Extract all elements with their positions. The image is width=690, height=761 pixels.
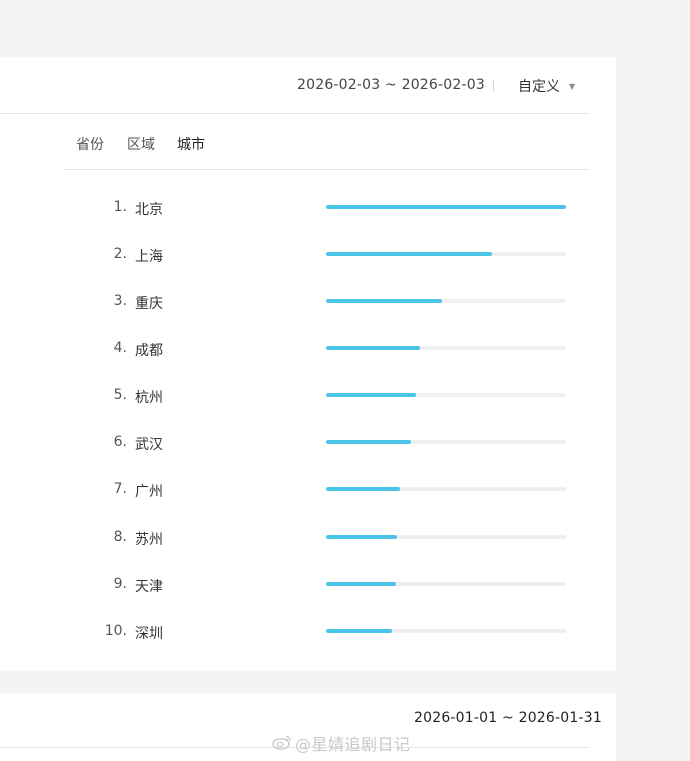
bar-fill: [326, 629, 392, 633]
divider: [493, 79, 494, 91]
list-item: 4. 成都: [0, 338, 616, 362]
rank-number: 9.: [113, 576, 127, 592]
rank-number: 5.: [113, 387, 127, 403]
bar-track: [326, 487, 566, 491]
city-name: 天津: [135, 579, 163, 595]
list-item: 3. 重庆: [0, 291, 616, 315]
city-name: 深圳: [135, 626, 163, 642]
watermark-text: @星婧追剧日记: [295, 735, 411, 754]
city-name: 杭州: [135, 390, 163, 406]
divider: [63, 169, 590, 170]
date-range-label[interactable]: 2026-01-01 ~ 2026-01-31: [414, 710, 602, 726]
weibo-logo-icon: [272, 735, 291, 750]
rank-number: 2.: [113, 246, 127, 262]
list-item: 10. 深圳: [0, 621, 616, 645]
city-name: 北京: [135, 202, 163, 218]
bar-track: [326, 393, 566, 397]
rank-number: 1.: [113, 199, 127, 215]
city-name: 广州: [135, 484, 163, 500]
bar-track: [326, 535, 566, 539]
date-range-label[interactable]: 2026-02-03 ~ 2026-02-03: [297, 77, 485, 93]
bar-track: [326, 629, 566, 633]
list-item: 7. 广州: [0, 479, 616, 503]
city-name: 重庆: [135, 296, 163, 312]
city-name: 成都: [135, 343, 163, 359]
list-item: 6. 武汉: [0, 432, 616, 456]
bar-fill: [326, 440, 412, 444]
rank-number: 3.: [113, 293, 127, 309]
bar-fill: [326, 346, 420, 350]
ranking-panel: 2026-02-03 ~ 2026-02-03 自定义 ▼ 省份 区域 城市 1.…: [0, 57, 616, 671]
bar-fill: [326, 393, 416, 397]
bar-fill: [326, 205, 566, 209]
rank-number: 10.: [104, 623, 127, 639]
rank-number: 7.: [113, 481, 127, 497]
list-item: 2. 上海: [0, 244, 616, 268]
caret-down-icon: ▼: [569, 82, 576, 91]
rank-number: 8.: [113, 529, 127, 545]
bar-track: [326, 346, 566, 350]
city-name: 武汉: [135, 437, 163, 453]
divider: [0, 113, 590, 114]
watermark: @星婧追剧日记: [272, 731, 411, 755]
bar-fill: [326, 535, 397, 539]
bar-fill: [326, 299, 443, 303]
bar-fill: [326, 582, 396, 586]
rank-number: 6.: [113, 434, 127, 450]
list-item: 1. 北京: [0, 197, 616, 221]
tab-region[interactable]: 区域: [127, 134, 155, 154]
rank-number: 4.: [113, 340, 127, 356]
list-item: 9. 天津: [0, 574, 616, 598]
bar-track: [326, 252, 566, 256]
date-mode-dropdown[interactable]: 自定义 ▼: [518, 76, 575, 96]
bar-fill: [326, 252, 492, 256]
date-mode-label: 自定义: [518, 79, 560, 95]
bar-fill: [326, 487, 401, 491]
city-name: 苏州: [135, 532, 163, 548]
bar-track: [326, 299, 566, 303]
bar-track: [326, 582, 566, 586]
tab-province[interactable]: 省份: [76, 134, 104, 154]
bar-track: [326, 440, 566, 444]
city-name: 上海: [135, 249, 163, 265]
list-item: 8. 苏州: [0, 527, 616, 551]
bar-track: [326, 205, 566, 209]
tab-city[interactable]: 城市: [177, 134, 205, 154]
list-item: 5. 杭州: [0, 385, 616, 409]
